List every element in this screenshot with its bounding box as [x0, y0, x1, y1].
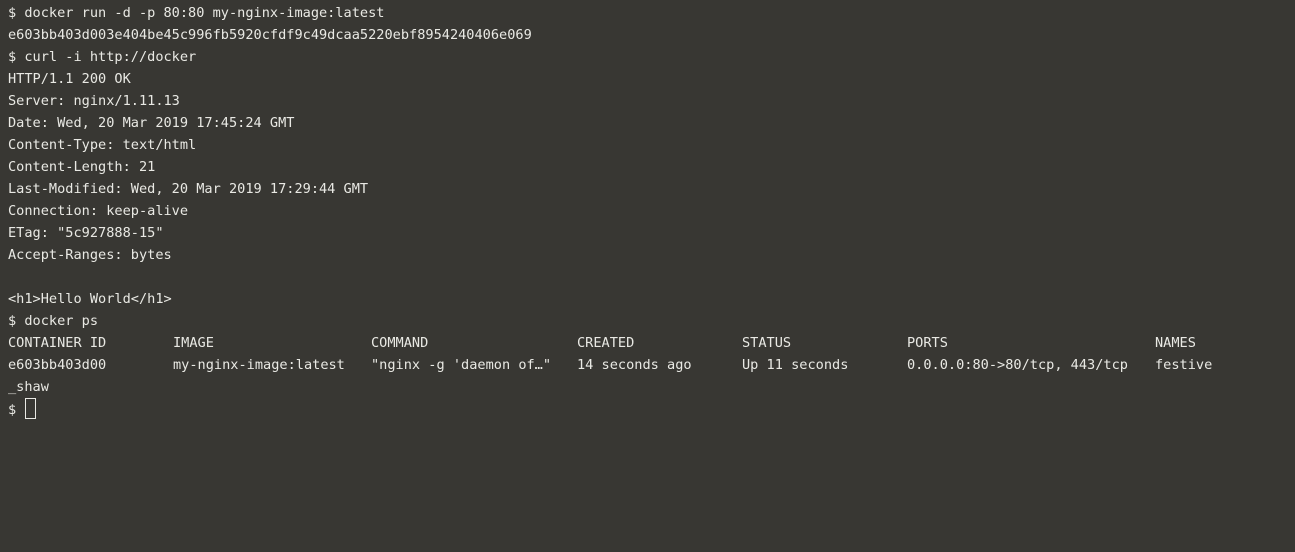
- output-line: HTTP/1.1 200 OK: [8, 71, 131, 87]
- ps-data-cell: 0.0.0.0:80->80/tcp, 443/tcp: [907, 357, 1128, 373]
- output-line: _shaw: [8, 379, 49, 395]
- ps-header-row: CONTAINER ID IMAGE COMMAND CREATED STATU…: [0, 332, 1295, 354]
- command-line: $ docker ps: [8, 313, 99, 329]
- command-line: $ docker run -d -p 80:80 my-nginx-image:…: [8, 5, 385, 21]
- output-line: Server: nginx/1.11.13: [8, 93, 180, 109]
- ps-data-cell: e603bb403d00: [8, 357, 107, 373]
- output-line: Connection: keep-alive: [8, 203, 189, 219]
- ps-data-cell: my-nginx-image:latest: [173, 357, 345, 373]
- ps-header-cell: STATUS: [742, 335, 792, 351]
- ps-data-row: e603bb403d00 my-nginx-image:latest "ngin…: [0, 354, 1295, 376]
- output-line: Date: Wed, 20 Mar 2019 17:45:24 GMT: [8, 115, 295, 131]
- ps-header-cell: COMMAND: [371, 335, 429, 351]
- output-line: Accept-Ranges: bytes: [8, 247, 172, 263]
- output-line: Content-Type: text/html: [8, 137, 197, 153]
- output-line: e603bb403d003e404be45c996fb5920cfdf9c49d…: [8, 27, 532, 43]
- prompt-line[interactable]: $: [0, 398, 1295, 420]
- ps-data-cell: festive: [1155, 357, 1213, 373]
- command-line: $ curl -i http://docker: [8, 49, 197, 65]
- ps-header-cell: PORTS: [907, 335, 948, 351]
- ps-header-cell: NAMES: [1155, 335, 1196, 351]
- output-line: Content-Length: 21: [8, 159, 156, 175]
- ps-header-cell: CONTAINER ID: [8, 335, 107, 351]
- ps-header-cell: IMAGE: [173, 335, 214, 351]
- output-line: ETag: "5c927888-15": [8, 225, 164, 241]
- output-line: Last-Modified: Wed, 20 Mar 2019 17:29:44…: [8, 181, 369, 197]
- ps-data-cell: "nginx -g 'daemon of…": [371, 357, 552, 373]
- ps-header-cell: CREATED: [577, 335, 635, 351]
- ps-data-cell: 14 seconds ago: [577, 357, 692, 373]
- output-line: <h1>Hello World</h1>: [8, 291, 172, 307]
- terminal-window[interactable]: $ docker run -d -p 80:80 my-nginx-image:…: [0, 0, 1295, 420]
- ps-data-cell: Up 11 seconds: [742, 357, 849, 373]
